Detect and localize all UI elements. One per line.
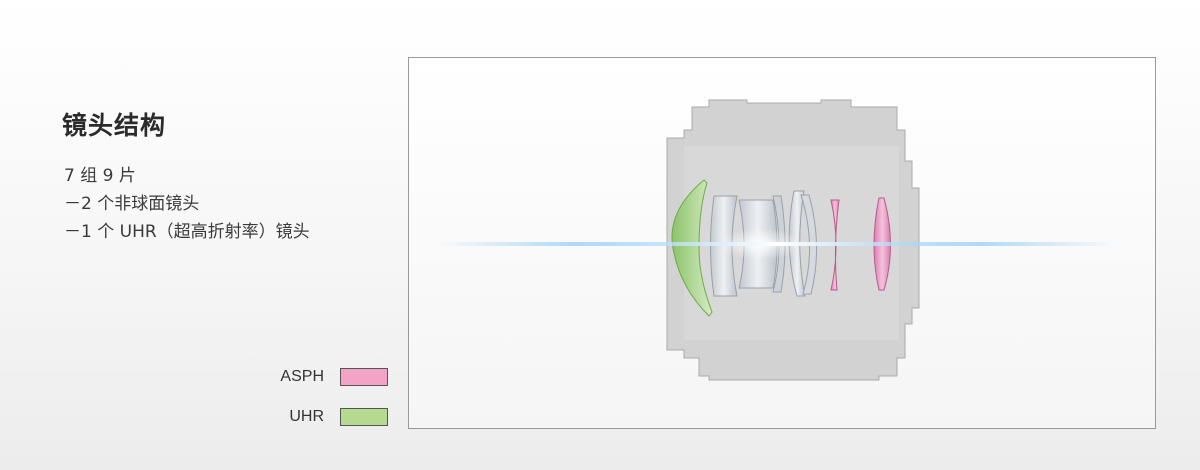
legend-item-asph: ASPH xyxy=(250,366,390,390)
spec-groups-elements: 7 组 9 片 xyxy=(64,166,136,186)
optical-axis-light-beam xyxy=(437,242,1117,246)
legend-label-asph: ASPH xyxy=(280,368,324,385)
spec-list: 7 组 9 片 －2 个非球面镜头 －1 个 UHR（超高折射率）镜头 xyxy=(64,162,310,246)
spec-uhr: －1 个 UHR（超高折射率）镜头 xyxy=(64,222,310,242)
legend-swatch-asph xyxy=(340,368,388,386)
page-title: 镜头结构 xyxy=(62,111,167,140)
lens-cross-section-diagram xyxy=(437,99,1117,381)
legend-label-uhr: UHR xyxy=(289,408,324,425)
legend-swatch-uhr xyxy=(340,408,388,426)
legend-item-uhr: UHR xyxy=(250,406,390,430)
lens-diagram-frame xyxy=(408,57,1156,429)
spec-aspherical: －2 个非球面镜头 xyxy=(64,194,200,214)
